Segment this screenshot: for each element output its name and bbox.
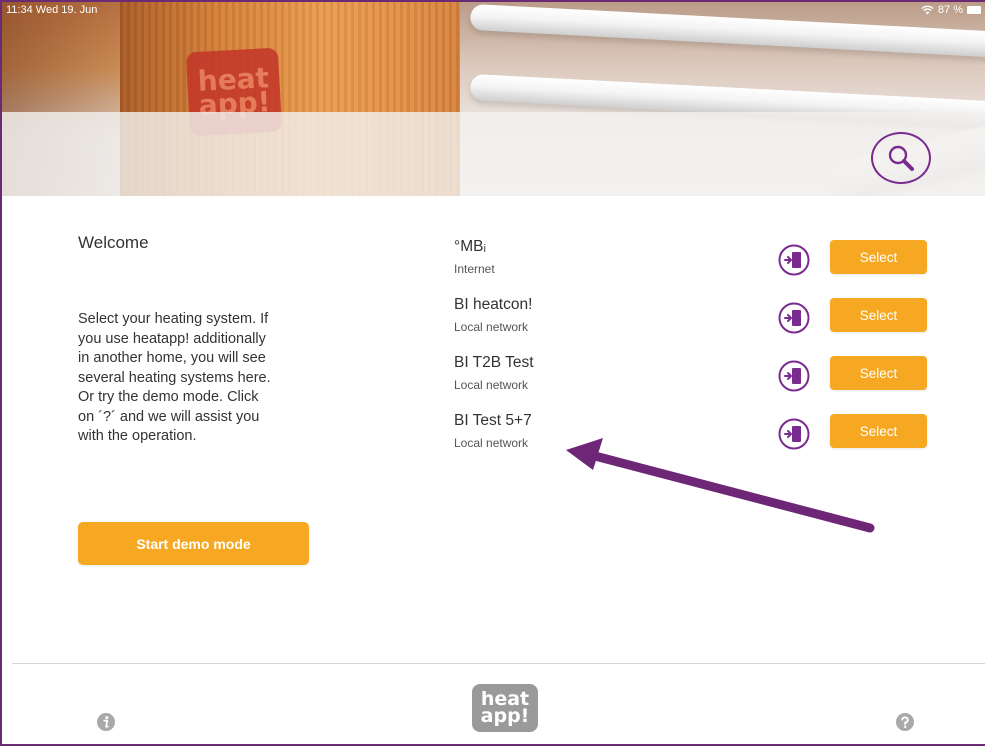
info-icon[interactable] <box>96 712 116 732</box>
welcome-line: Select your heating system. If <box>78 311 269 327</box>
status-time: 11:34 Wed 19. Jun <box>6 4 98 16</box>
system-connection: Local network <box>454 320 529 334</box>
system-name: BI heatcon! <box>454 296 533 313</box>
status-indicators: 87 % <box>921 4 981 16</box>
system-name: °MBᵢ <box>454 238 486 255</box>
welcome-line: on ´?´ and we will assist you <box>78 408 260 425</box>
system-connection: Local network <box>454 436 529 450</box>
welcome-title: Welcome <box>78 233 149 252</box>
welcome-line: with the operation. <box>78 428 197 444</box>
select-button[interactable]: Select <box>830 298 927 332</box>
header-band <box>0 112 985 196</box>
system-row: °MBᵢ Internet Select <box>454 238 934 288</box>
battery-percent: 87 % <box>937 4 963 16</box>
welcome-line: Or try the demo mode. Click <box>78 389 259 405</box>
select-button[interactable]: Select <box>830 240 927 274</box>
system-row: BI T2B Test Local network Select <box>454 354 934 404</box>
welcome-text: Select your heating system. If you use h… <box>78 310 318 447</box>
heatapp-logo: heat app! <box>472 684 538 732</box>
system-row: BI Test 5+7 Local network Select <box>454 412 934 462</box>
battery-icon <box>967 6 981 14</box>
start-demo-button[interactable]: Start demo mode <box>78 522 309 565</box>
header-image: heat app! <box>0 0 985 196</box>
welcome-line: in another home, you will see <box>78 350 266 366</box>
wifi-icon <box>921 5 934 15</box>
welcome-line: you use heatapp! additionally <box>78 330 266 347</box>
search-button[interactable] <box>871 132 931 184</box>
logo-text-bottom: app! <box>480 705 530 727</box>
search-icon <box>888 145 914 171</box>
login-door-icon[interactable] <box>778 302 810 334</box>
system-connection: Internet <box>454 262 495 276</box>
welcome-line: several heating systems here. <box>78 369 271 386</box>
login-door-icon[interactable] <box>778 360 810 392</box>
system-connection: Local network <box>454 378 529 392</box>
help-icon[interactable] <box>895 712 915 732</box>
system-row: BI heatcon! Local network Select <box>454 296 934 346</box>
login-door-icon[interactable] <box>778 418 810 450</box>
system-name: BI T2B Test <box>454 354 534 371</box>
login-door-icon[interactable] <box>778 244 810 276</box>
system-name: BI Test 5+7 <box>454 412 532 429</box>
select-button[interactable]: Select <box>830 414 927 448</box>
footer-divider <box>12 663 985 664</box>
select-button[interactable]: Select <box>830 356 927 390</box>
